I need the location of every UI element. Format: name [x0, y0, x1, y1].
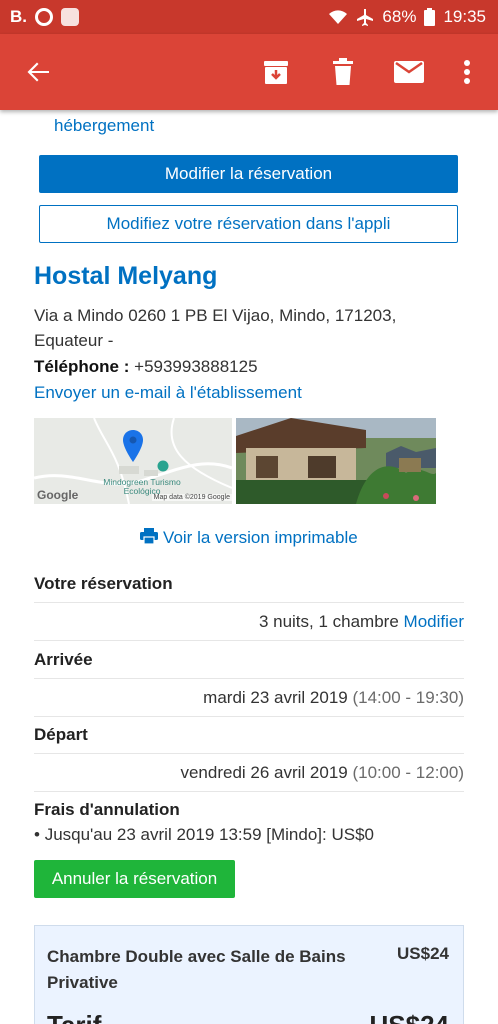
map-attribution: Map data ©2019 Google	[151, 494, 232, 501]
divider	[34, 716, 464, 717]
airplane-mode-icon	[357, 9, 374, 26]
departure-time: (10:00 - 12:00)	[352, 763, 464, 782]
reservation-value: 3 nuits, 1 chambre	[258, 612, 399, 631]
departure-label: Départ	[34, 725, 88, 744]
battery-icon	[424, 8, 436, 26]
divider	[34, 791, 464, 792]
back-arrow-icon	[27, 62, 49, 82]
map-thumbnail[interactable]: Mindogreen Turismo Ecológico Google Map …	[34, 418, 232, 504]
clock: 19:35	[443, 7, 486, 26]
arrival-time: (14:00 - 19:30)	[352, 688, 464, 707]
arrival-date: mardi 23 avril 2019	[203, 688, 348, 707]
hotel-address: Via a Mindo 0260 1 PB El Vijao, Mindo, 1…	[34, 306, 397, 350]
tarif-label: Tarif	[47, 1010, 101, 1024]
cancellation-policy-item: • Jusqu'au 23 avril 2019 13:59 [Mindo]: …	[34, 825, 374, 845]
departure-value: vendredi 26 avril 2019 (10:00 - 12:00)	[180, 763, 464, 783]
google-logo: Google	[37, 488, 79, 502]
departure-date: vendredi 26 avril 2019	[180, 763, 348, 782]
email-property-link[interactable]: Envoyer un e-mail à l'établissement	[34, 383, 302, 403]
app-bar	[0, 34, 498, 110]
hotel-photo[interactable]	[236, 418, 436, 504]
status-app-label: B.	[10, 7, 27, 26]
battery-percent: 68%	[382, 7, 417, 26]
arrival-label: Arrivée	[34, 650, 93, 669]
room-price: US$24	[397, 944, 449, 963]
mark-unread-button[interactable]	[391, 54, 427, 90]
chrome-notification-icon	[35, 8, 53, 26]
mail-icon	[394, 61, 424, 83]
hotel-photo-graphic	[236, 418, 436, 504]
phone-number[interactable]: +593993888125	[134, 357, 257, 376]
status-bar: B. 68% 19:35	[0, 0, 498, 34]
reservation-summary: 3 nuits, 1 chambre Modifier	[259, 612, 464, 632]
room-summary-box: Chambre Double avec Salle de Bains Priva…	[34, 925, 464, 1024]
archive-button[interactable]	[258, 54, 294, 90]
hotel-phone: Téléphone : +593993888125	[34, 357, 258, 377]
archive-icon	[264, 61, 288, 84]
arrival-value: mardi 23 avril 2019 (14:00 - 19:30)	[203, 688, 464, 708]
tarif-value: US$24	[370, 1010, 450, 1024]
print-version-link[interactable]: Voir la version imprimable	[0, 528, 498, 548]
divider	[34, 678, 464, 679]
reservation-modify-link[interactable]: Modifier	[404, 612, 464, 631]
cancellation-policy-text: Jusqu'au 23 avril 2019 13:59 [Mindo]: US…	[44, 825, 374, 844]
bullet-marker: •	[34, 825, 45, 844]
accommodation-link[interactable]: hébergement	[54, 116, 154, 136]
print-version-label: Voir la version imprimable	[163, 528, 358, 547]
divider	[34, 602, 464, 603]
delete-button[interactable]	[325, 54, 361, 90]
hotel-name[interactable]: Hostal Melyang	[34, 262, 217, 291]
phone-label: Téléphone :	[34, 357, 130, 376]
room-name: Chambre Double avec Salle de Bains Priva…	[47, 947, 346, 992]
wifi-icon	[329, 10, 348, 24]
place-marker-icon	[157, 460, 169, 472]
delete-icon	[333, 58, 353, 85]
map-pin-icon	[123, 430, 143, 462]
divider	[34, 640, 464, 641]
reservation-label: Votre réservation	[34, 574, 173, 593]
cancellation-label: Frais d'annulation	[34, 800, 180, 819]
more-options-button[interactable]	[449, 54, 485, 90]
translate-notification-icon	[61, 8, 79, 26]
modify-reservation-button[interactable]: Modifier la réservation	[39, 155, 458, 193]
back-button[interactable]	[20, 54, 56, 90]
printer-icon	[140, 528, 159, 545]
divider	[34, 753, 464, 754]
cancel-reservation-button[interactable]: Annuler la réservation	[34, 860, 235, 898]
more-vert-icon	[464, 60, 470, 84]
modify-in-app-button[interactable]: Modifiez votre réservation dans l'appli	[39, 205, 458, 243]
